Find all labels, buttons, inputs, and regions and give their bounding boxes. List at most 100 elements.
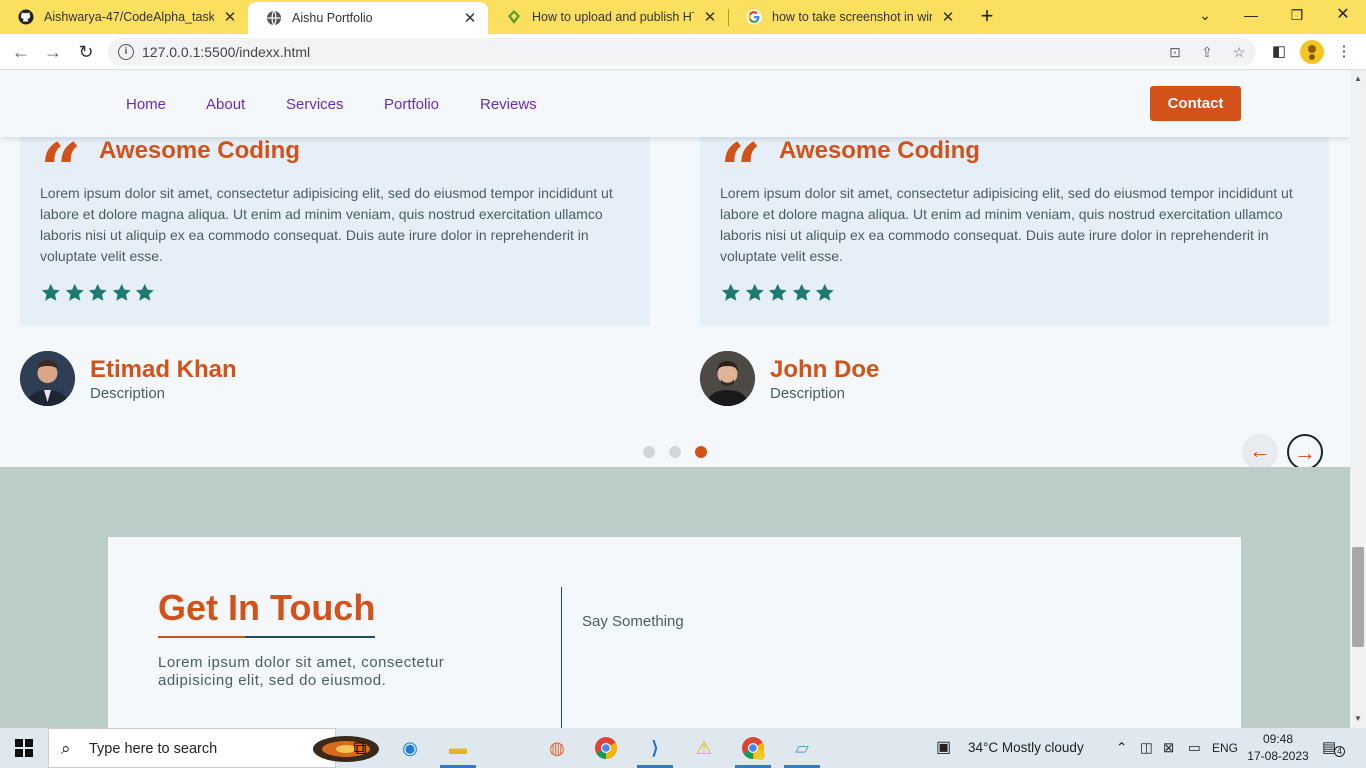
task-view-icon[interactable]: ⧉ xyxy=(348,736,372,760)
restore-icon[interactable]: ❐ xyxy=(1274,0,1320,30)
browser-tab-github[interactable]: Aishwarya-47/CodeAlpha_task1 ✕ xyxy=(0,0,248,34)
scroll-up-icon[interactable]: ▲ xyxy=(1350,74,1366,83)
close-tab-icon[interactable]: ✕ xyxy=(462,9,478,27)
star-icon xyxy=(112,283,131,301)
side-panel-icon[interactable]: ◧ xyxy=(1269,42,1289,62)
start-button[interactable] xyxy=(0,728,48,768)
star-icon xyxy=(721,283,740,301)
url-field[interactable]: i 127.0.0.1:5500/indexx.html ⊡ ⇪ ☆ xyxy=(108,38,1256,66)
globe-icon xyxy=(267,10,281,26)
contact-text: Lorem ipsum dolor sit amet, consectetur … xyxy=(158,654,445,689)
quote-icon: “ xyxy=(40,134,81,174)
weather-icon[interactable]: ▣ xyxy=(936,728,951,768)
notification-center-icon[interactable]: ▤ 4 xyxy=(1322,738,1345,758)
weather-text[interactable]: 34°C Mostly cloudy xyxy=(968,728,1084,768)
nav-link-portfolio[interactable]: Portfolio xyxy=(384,96,439,113)
clock-date: 17-08-2023 xyxy=(1247,749,1309,763)
avatar xyxy=(20,351,75,406)
profile-avatar-icon[interactable] xyxy=(1300,40,1324,64)
bulb-icon xyxy=(508,10,520,24)
carousel-prev-button[interactable]: ← xyxy=(1242,434,1278,470)
github-icon xyxy=(18,9,34,25)
testimonial-text: Lorem ipsum dolor sit amet, consectetur … xyxy=(720,185,1293,264)
carousel-dot-active[interactable] xyxy=(695,446,707,458)
close-tab-icon[interactable]: ✕ xyxy=(702,8,718,26)
message-field[interactable]: Say Something xyxy=(582,613,684,630)
nav-link-reviews[interactable]: Reviews xyxy=(480,96,537,113)
avatar xyxy=(700,351,755,406)
new-tab-icon[interactable]: + xyxy=(976,5,998,27)
chrome-icon[interactable] xyxy=(594,736,618,760)
vscode-icon[interactable]: ⟩ xyxy=(637,736,673,768)
edge-icon[interactable]: ◉ xyxy=(398,736,422,760)
reviewer-description: Description xyxy=(90,385,166,402)
menu-kebab-icon[interactable]: ⋮ xyxy=(1334,42,1354,62)
star-icon xyxy=(745,283,764,301)
contact-title: Get In Touch xyxy=(158,587,376,628)
star-rating xyxy=(39,282,157,304)
back-icon[interactable]: ← xyxy=(9,40,33,64)
nav-link-about[interactable]: About xyxy=(206,96,245,113)
star-icon xyxy=(768,283,787,301)
chrome-profile-icon[interactable] xyxy=(735,736,771,768)
star-icon xyxy=(65,283,84,301)
browser-tab-portfolio[interactable]: Aishu Portfolio ✕ xyxy=(248,2,488,34)
star-icon xyxy=(41,283,60,301)
forward-icon[interactable]: → xyxy=(41,40,65,64)
tab-title: Aishu Portfolio xyxy=(292,11,373,25)
scrollbar-thumb[interactable] xyxy=(1352,547,1364,647)
star-icon xyxy=(815,283,834,301)
search-placeholder: Type here to search xyxy=(89,741,218,757)
site-info-icon[interactable]: i xyxy=(118,44,134,60)
testimonial-text: Lorem ipsum dolor sit amet, consectetur … xyxy=(40,185,613,264)
firefox-icon[interactable]: ◍ xyxy=(545,736,569,760)
close-window-icon[interactable]: ✕ xyxy=(1320,0,1366,30)
contact-section: Get In Touch Lorem ipsum dolor sit amet,… xyxy=(0,467,1350,728)
testimonial-card: “ Awesome Coding Lorem ipsum dolor sit a… xyxy=(20,125,650,326)
carousel-next-button[interactable]: → xyxy=(1287,434,1323,470)
reviewer-name: John Doe xyxy=(770,356,880,383)
reviewer-name: Etimad Khan xyxy=(90,356,237,383)
tab-title: how to take screenshot in windo xyxy=(772,10,932,24)
meet-now-icon[interactable]: ◫ xyxy=(1140,728,1153,768)
scroll-down-icon[interactable]: ▼ xyxy=(1350,714,1366,723)
divider xyxy=(561,587,562,728)
battery-icon[interactable]: ▭ xyxy=(1188,728,1201,768)
carousel-dot[interactable] xyxy=(643,446,655,458)
taskbar-search[interactable]: ⌕ Type here to search xyxy=(48,728,379,768)
close-tab-icon[interactable]: ✕ xyxy=(222,8,238,26)
show-hidden-icons-icon[interactable]: ⌃ xyxy=(1116,728,1127,768)
file-explorer-icon[interactable]: ▬ xyxy=(440,736,476,768)
windows-logo-icon xyxy=(15,739,33,757)
page-scrollbar[interactable]: ▲ ▼ xyxy=(1350,70,1366,728)
clock-time: 09:48 xyxy=(1262,732,1294,746)
language-indicator[interactable]: ENG xyxy=(1212,728,1238,768)
browser-tab-screenshot[interactable]: how to take screenshot in windo ✕ xyxy=(728,0,966,34)
tab-search-icon[interactable]: ⌄ xyxy=(1182,0,1228,30)
reload-icon[interactable]: ↻ xyxy=(74,40,98,64)
share-icon[interactable]: ⇪ xyxy=(1199,44,1215,60)
clock[interactable]: 09:48 17-08-2023 xyxy=(1246,731,1310,765)
google-icon xyxy=(746,9,762,25)
address-bar: ← → ↻ i 127.0.0.1:5500/indexx.html ⊡ ⇪ ☆… xyxy=(0,34,1366,70)
nav-link-services[interactable]: Services xyxy=(286,96,344,113)
notification-count: 4 xyxy=(1334,746,1345,757)
testimonial-card: “ Awesome Coding Lorem ipsum dolor sit a… xyxy=(700,125,1329,326)
taskbar: ⌕ Type here to search ⧉ ◉ ▬ ◍ ⟩ ⚠ ▱ ▣ 34… xyxy=(0,728,1366,768)
network-icon[interactable]: ⊠ xyxy=(1163,728,1174,768)
warning-icon[interactable]: ⚠ xyxy=(692,736,716,760)
browser-tab-upload-html[interactable]: How to upload and publish HTML ✕ xyxy=(488,0,728,34)
minimize-icon[interactable]: — xyxy=(1228,0,1274,30)
testimonial-title: Awesome Coding xyxy=(779,137,980,164)
notepad-icon[interactable]: ▱ xyxy=(784,736,820,768)
close-tab-icon[interactable]: ✕ xyxy=(940,8,956,26)
search-icon: ⌕ xyxy=(61,739,71,758)
star-icon xyxy=(792,283,811,301)
star-rating xyxy=(719,282,837,304)
url-text: 127.0.0.1:5500/indexx.html xyxy=(142,44,311,60)
translate-icon[interactable]: ⊡ xyxy=(1167,44,1183,60)
bookmark-star-icon[interactable]: ☆ xyxy=(1231,44,1247,60)
contact-button[interactable]: Contact xyxy=(1150,86,1241,121)
nav-link-home[interactable]: Home xyxy=(126,96,166,113)
carousel-dot[interactable] xyxy=(669,446,681,458)
